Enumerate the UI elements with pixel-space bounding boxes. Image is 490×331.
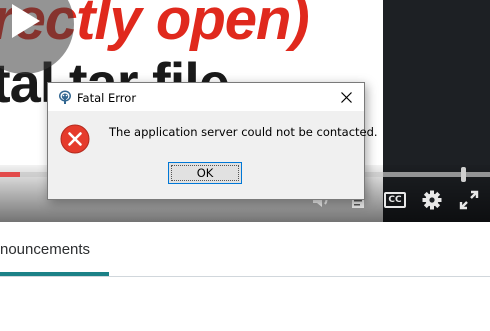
tab-announcements[interactable]: nouncements — [0, 241, 90, 258]
play-icon — [12, 4, 40, 38]
elephant-icon — [57, 89, 73, 110]
captions-icon: CC — [384, 192, 406, 208]
error-icon — [60, 124, 90, 159]
ok-button[interactable]: OK — [168, 162, 242, 184]
fullscreen-icon[interactable] — [457, 189, 481, 211]
dialog-title: Fatal Error — [77, 91, 137, 105]
fatal-error-dialog: Fatal Error The application server could… — [47, 82, 378, 200]
dialog-titlebar[interactable]: Fatal Error — [48, 83, 364, 111]
error-message: The application server could not be cont… — [109, 125, 378, 139]
tab-divider — [0, 276, 490, 277]
dialog-body: The application server could not be cont… — [48, 111, 378, 199]
captions-label: CC — [388, 195, 402, 205]
settings-icon[interactable] — [421, 189, 443, 211]
close-icon — [340, 91, 352, 103]
captions-button[interactable]: CC — [383, 189, 407, 211]
progress-fill — [0, 172, 20, 177]
progress-handle[interactable] — [461, 167, 466, 182]
close-button[interactable] — [334, 87, 358, 107]
